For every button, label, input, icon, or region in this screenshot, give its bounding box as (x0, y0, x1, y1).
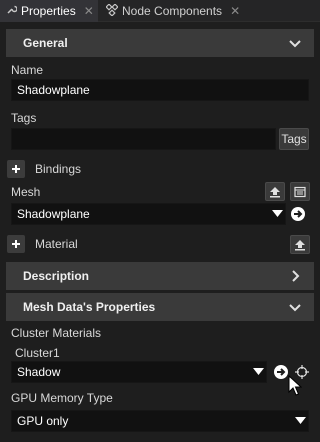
gpu-memory-value: GPU only (17, 414, 69, 428)
upload-icon (270, 186, 280, 197)
mesh-upload-button[interactable] (265, 182, 285, 201)
chevron-down-icon (289, 304, 301, 312)
window-list-icon (294, 186, 306, 197)
plus-icon (12, 165, 20, 173)
cluster-materials-label: Cluster Materials (11, 326, 102, 340)
cluster1-label: Cluster1 (15, 346, 60, 360)
name-label: Name (11, 63, 44, 77)
diamond-nodes-icon (105, 2, 119, 19)
go-to-arrow-icon[interactable] (273, 364, 289, 380)
cluster1-dropdown[interactable]: Shadow (11, 361, 267, 383)
tab-node-components[interactable]: Node Components ✕ (100, 0, 250, 22)
name-field[interactable]: Shadowplane (11, 79, 309, 101)
tab-properties[interactable]: Properties ✕ (0, 0, 98, 22)
close-icon[interactable]: ✕ (84, 4, 94, 18)
tags-button[interactable]: Tags (279, 128, 309, 150)
material-label: Material (35, 237, 78, 251)
gpu-memory-label: GPU Memory Type (11, 391, 113, 405)
bindings-label: Bindings (35, 162, 82, 176)
mesh-value: Shadowplane (17, 207, 90, 221)
tab-node-components-label: Node Components (122, 4, 223, 18)
material-upload-button[interactable] (290, 235, 310, 254)
chevron-right-icon (292, 270, 300, 282)
chevron-down-icon (289, 40, 301, 48)
section-general-header[interactable]: General (6, 29, 314, 57)
mesh-dropdown[interactable]: Shadowplane (11, 203, 286, 225)
mesh-browse-button[interactable] (290, 182, 310, 201)
add-binding-button[interactable] (7, 160, 25, 178)
name-value: Shadowplane (17, 83, 90, 97)
tab-properties-label: Properties (21, 4, 76, 18)
wrench-icon (6, 4, 18, 18)
tags-field[interactable] (11, 128, 276, 150)
go-to-arrow-icon[interactable] (290, 206, 306, 222)
tags-label: Tags (11, 111, 37, 125)
section-mesh-data-title: Mesh Data's Properties (23, 300, 156, 314)
mouse-cursor-icon (288, 375, 302, 396)
section-description-title: Description (23, 269, 90, 283)
dropdown-arrow-icon (272, 210, 283, 217)
close-icon[interactable]: ✕ (230, 4, 240, 18)
dropdown-arrow-icon (295, 417, 306, 424)
plus-icon (12, 240, 20, 248)
add-material-button[interactable] (7, 235, 25, 253)
gpu-memory-dropdown[interactable]: GPU only (11, 410, 309, 432)
cluster1-value: Shadow (17, 365, 61, 379)
dropdown-arrow-icon (253, 368, 264, 375)
tab-bar: Properties ✕ Node Components ✕ (0, 0, 320, 22)
section-general-title: General (23, 36, 68, 50)
section-mesh-data-header[interactable]: Mesh Data's Properties (6, 293, 314, 321)
upload-icon (295, 239, 305, 250)
section-description-header[interactable]: Description (6, 262, 314, 290)
mesh-label: Mesh (11, 185, 41, 199)
